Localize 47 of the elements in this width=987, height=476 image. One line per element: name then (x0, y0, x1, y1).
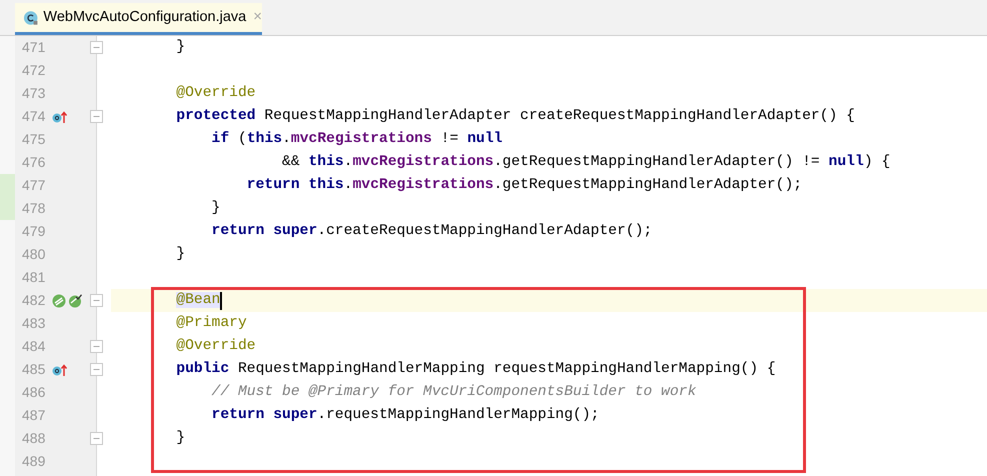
fold-marker-icon[interactable] (90, 41, 103, 54)
fold-marker-icon[interactable] (90, 432, 103, 445)
line-number: 481 (22, 268, 46, 287)
line-number: 472 (22, 61, 46, 80)
code-line: return this.mvcRegistrations.getRequestMappingHandlerAdapter(); (246, 176, 802, 195)
line-number: 485 (22, 360, 46, 379)
code-line: && this.mvcRegistrations.getRequestMappingHandlerAdapter() != null) { (281, 153, 890, 172)
code-line: protected RequestMappingHandlerAdapter createRequestMappingHandlerAdapter() { (175, 107, 855, 126)
code-line: return super.createRequestMappingHandlerAdapter(); (210, 222, 652, 241)
code-line: if (this.mvcRegistrations != null (210, 130, 502, 149)
code-line: // Must be @Primary for MvcUriComponentsBuilder to work (210, 383, 696, 402)
code-line: } (175, 38, 186, 57)
text-caret (220, 292, 222, 310)
code-line: public RequestMappingHandlerMapping requestMappingHandlerMapping() { (175, 360, 776, 379)
override-icon[interactable] (52, 362, 68, 376)
override-icon[interactable] (52, 110, 68, 124)
code-line: @Primary (175, 314, 247, 333)
line-number: 486 (22, 383, 46, 402)
line-number: 471 (22, 38, 46, 57)
fold-marker-icon[interactable] (90, 294, 103, 307)
line-number: 489 (22, 452, 46, 471)
tab-label: WebMvcAutoConfiguration.java (43, 8, 246, 27)
line-number: 477 (22, 176, 46, 195)
fold-marker-icon[interactable] (90, 340, 103, 353)
line-number: 476 (22, 153, 46, 172)
line-number: 475 (22, 130, 46, 149)
line-number: 480 (22, 245, 46, 264)
line-number: 488 (22, 429, 46, 448)
fold-marker-icon[interactable] (90, 363, 103, 376)
line-number: 487 (22, 406, 46, 425)
code-line: } (175, 429, 186, 448)
code-line: return super.requestMappingHandlerMapping(); (210, 406, 600, 425)
bean-check-icon[interactable] (68, 294, 82, 308)
line-number: 478 (22, 199, 46, 218)
class-icon (23, 10, 38, 26)
code-line: } (210, 199, 220, 218)
code-line: @Override (175, 84, 256, 103)
line-number: 482 (22, 291, 46, 310)
line-number: 474 (22, 107, 46, 126)
code-line: @Override (175, 337, 256, 356)
fold-marker-icon[interactable] (90, 110, 103, 123)
file-tab[interactable]: WebMvcAutoConfiguration.java × (15, 3, 262, 35)
line-number: 473 (22, 84, 46, 103)
line-number: 483 (22, 314, 46, 333)
code-line: } (175, 245, 186, 264)
line-number: 479 (22, 222, 46, 241)
line-number: 484 (22, 337, 46, 356)
